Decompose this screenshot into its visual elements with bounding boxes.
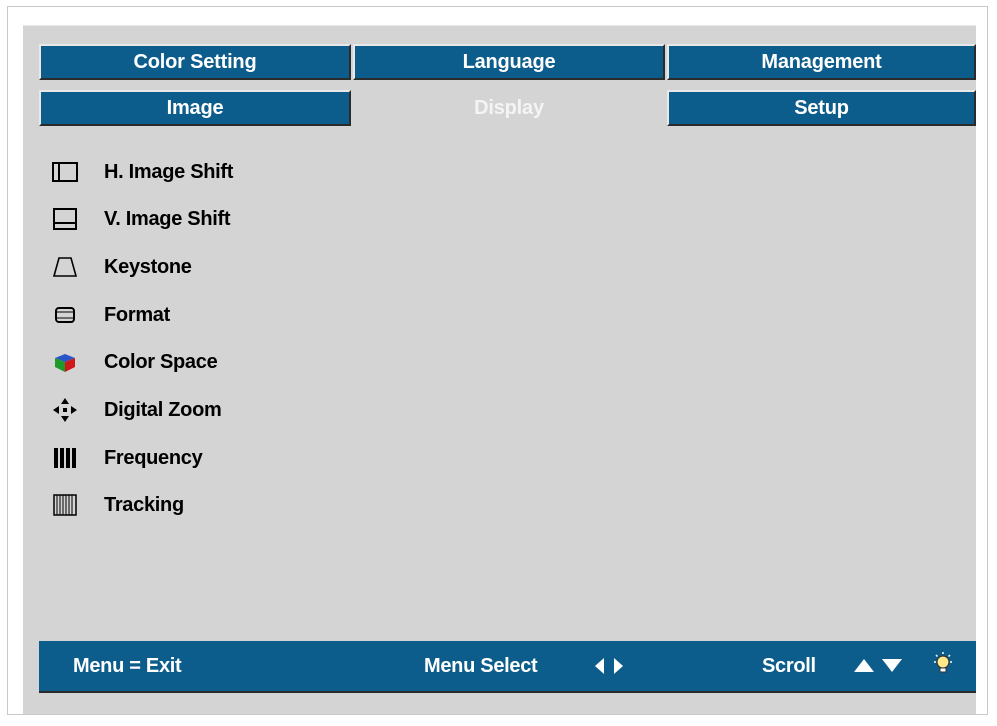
menu-select-hint: Menu Select — [424, 655, 538, 677]
tab-management[interactable]: Management — [667, 44, 976, 80]
tab-setup[interactable]: Setup — [667, 90, 976, 126]
left-right-arrows-icon — [589, 653, 629, 685]
exit-hint: Menu = Exit — [73, 655, 182, 677]
menu-item-color-space[interactable]: Color Space — [50, 342, 380, 382]
format-icon — [50, 300, 80, 330]
menu-item-v-image-shift[interactable]: V. Image Shift — [50, 199, 380, 239]
menu-item-label: V. Image Shift — [104, 207, 231, 230]
h-image-shift-icon — [50, 157, 80, 187]
tab-color-setting[interactable]: Color Setting — [39, 44, 351, 80]
color-space-icon — [50, 347, 80, 377]
digital-zoom-icon — [50, 395, 80, 425]
scroll-hint: Scroll — [762, 655, 816, 677]
menu-item-keystone[interactable]: Keystone — [50, 247, 380, 287]
lightbulb-icon — [931, 651, 955, 685]
footer-hint-bar: Menu = Exit Menu Select Scroll — [39, 641, 976, 693]
menu-item-label: Keystone — [104, 255, 192, 278]
menu-item-label: Tracking — [104, 493, 184, 516]
menu-item-tracking[interactable]: Tracking — [50, 485, 380, 525]
tracking-icon — [50, 490, 80, 520]
up-down-arrows-icon — [850, 653, 908, 685]
menu-item-label: Format — [104, 303, 170, 326]
menu-item-label: Color Space — [104, 350, 218, 373]
menu-item-label: Digital Zoom — [104, 398, 222, 421]
menu-item-label: Frequency — [104, 446, 203, 469]
menu-item-digital-zoom[interactable]: Digital Zoom — [50, 390, 380, 430]
tab-image[interactable]: Image — [39, 90, 351, 126]
menu-item-h-image-shift[interactable]: H. Image Shift — [50, 152, 380, 192]
menu-item-label: H. Image Shift — [104, 160, 234, 183]
keystone-icon — [50, 252, 80, 282]
menu-item-frequency[interactable]: Frequency — [50, 438, 380, 478]
tab-language[interactable]: Language — [353, 44, 665, 80]
frequency-icon — [50, 443, 80, 473]
v-image-shift-icon — [50, 204, 80, 234]
tab-display[interactable]: Display — [353, 90, 665, 126]
menu-item-format[interactable]: Format — [50, 295, 380, 335]
